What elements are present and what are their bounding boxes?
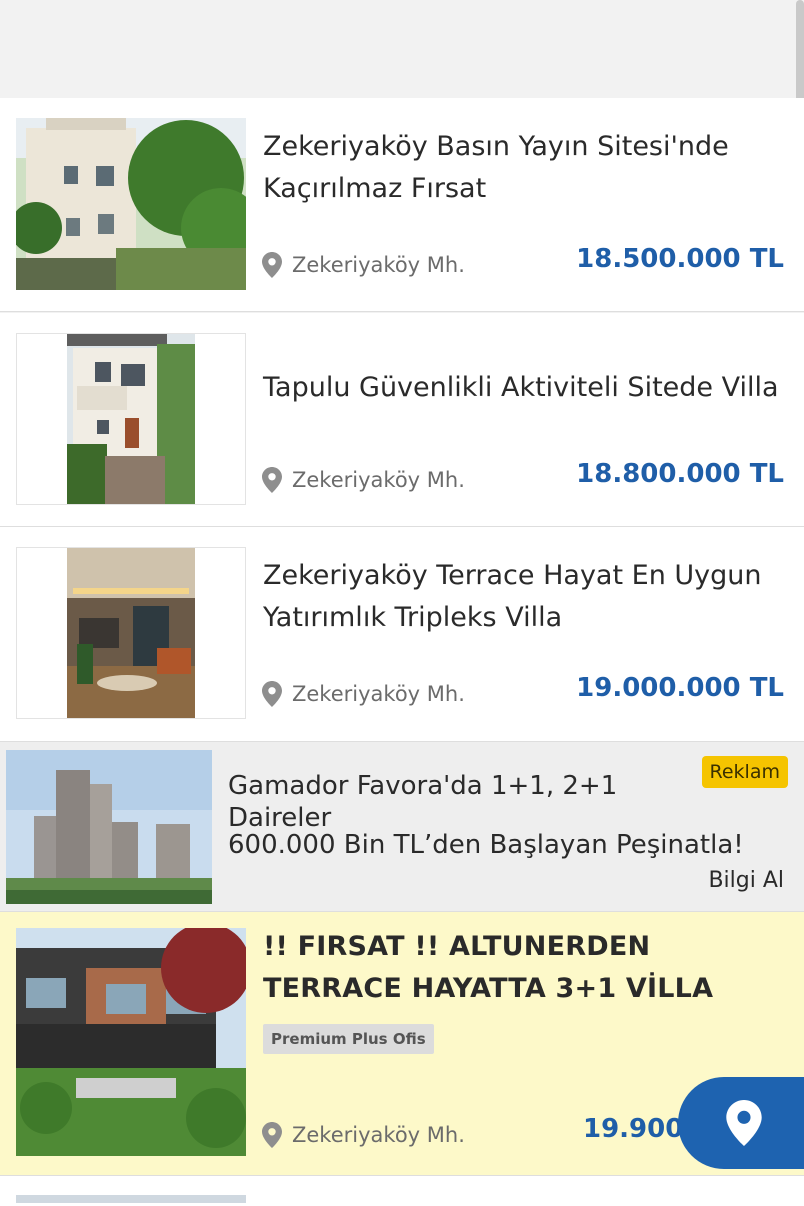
top-bar [0,0,804,98]
location-label: Zekeriyaköy Mh. [292,1123,465,1147]
ad-info-link[interactable]: Bilgi Al [708,868,784,893]
premium-badge: Premium Plus Ofis [263,1024,434,1054]
location-label: Zekeriyaköy Mh. [292,253,465,277]
ad-badge: Reklam [701,756,788,788]
listing-title[interactable]: Zekeriyaköy Terrace Hayat En Uygun Yatır… [263,555,788,639]
ad-image[interactable] [6,750,212,904]
map-button[interactable] [678,1077,804,1169]
listing-price: 18.500.000 TL [576,244,784,274]
listing-title[interactable]: Zekeriyaköy Basın Yayın Sitesi'nde Kaçır… [263,126,788,210]
listing-photo[interactable] [16,928,246,1156]
map-pin-icon [726,1100,762,1146]
listing-price: 18.800.000 TL [576,459,784,489]
ad-banner[interactable]: Gamador Favora'da 1+1, 2+1 Daireler 600.… [0,742,804,912]
listing-location: Zekeriyaköy Mh. [262,677,465,711]
ad-title[interactable]: Gamador Favora'da 1+1, 2+1 Daireler [228,770,658,834]
location-pin-icon [262,681,282,707]
location-pin-icon [262,467,282,493]
listing-price: 19.000.000 TL [576,673,784,703]
listing-card[interactable]: Tapulu Güvenlikli Aktiviteli Sitede Vill… [0,313,804,527]
listing-card[interactable]: Zekeriyaköy Basın Yayın Sitesi'nde Kaçır… [0,98,804,312]
listing-price: 19.900 [583,1114,684,1144]
ad-subtitle: 600.000 Bin TL’den Başlayan Peşinatla! [228,830,744,860]
listing-photo[interactable] [16,1195,246,1203]
listing-photo[interactable] [16,333,246,505]
listing-title[interactable]: !! FIRSAT !! ALTUNERDEN TERRACE HAYATTA … [263,926,788,1010]
location-label: Zekeriyaköy Mh. [292,682,465,706]
location-pin-icon [262,1122,282,1148]
location-pin-icon [262,252,282,278]
listing-title[interactable]: Tapulu Güvenlikli Aktiviteli Sitede Vill… [263,367,788,409]
listing-card[interactable]: Zekeriyaköy Terrace Hayat En Uygun Yatır… [0,527,804,742]
listing-photo[interactable] [16,547,246,719]
listing-photo[interactable] [16,118,246,290]
listing-location: Zekeriyaköy Mh. [262,1118,465,1152]
location-label: Zekeriyaköy Mh. [292,468,465,492]
listing-location: Zekeriyaköy Mh. [262,463,465,497]
listing-location: Zekeriyaköy Mh. [262,248,465,282]
